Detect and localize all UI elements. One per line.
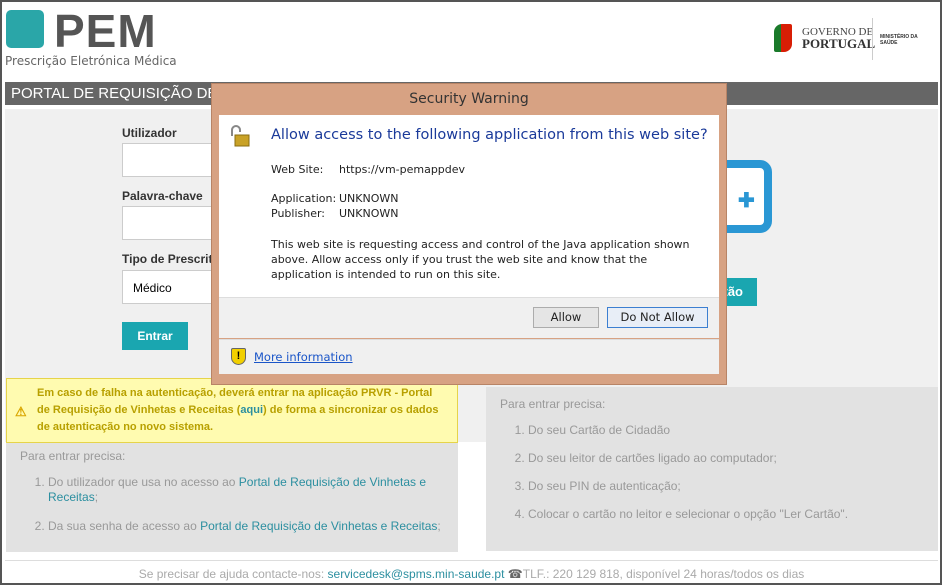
list-item: Do seu leitor de cartões ligado ao compu… [528, 451, 924, 466]
warning-icon: ⚠ [15, 404, 27, 419]
email-link[interactable]: servicedesk@spms.min-saude.pt [328, 567, 505, 581]
footer: Se precisar de ajuda contacte-nos: servi… [5, 560, 938, 584]
more-information-link[interactable]: More information [254, 350, 353, 364]
logo-subtitle: Prescrição Eletrónica Médica [5, 54, 177, 68]
website-label: Web Site: [271, 163, 324, 176]
gov-line2: PORTUGAL [802, 36, 876, 51]
website-value: https://vm-pemappdev [339, 163, 466, 176]
auth-warning: ⚠ Em caso de falha na autenticação, deve… [6, 378, 458, 443]
application-value: UNKNOWN [339, 192, 399, 205]
governo-portugal-logo: GOVERNO DE PORTUGAL MINISTÉRIO DA SAÚDE [774, 18, 934, 60]
password-label: Palavra-chave [122, 189, 203, 203]
portugal-flag-icon [774, 24, 792, 52]
prvr-link[interactable]: Portal de Requisição de Vinhetas e Recei… [200, 519, 437, 533]
list-item: Colocar o cartão no leitor e selecionar … [528, 507, 924, 522]
publisher-value: UNKNOWN [339, 207, 399, 220]
unlocked-padlock-icon [231, 125, 250, 147]
allow-button[interactable]: Allow [533, 307, 599, 328]
do-not-allow-button[interactable]: Do Not Allow [607, 307, 708, 328]
application-label: Application: [271, 192, 337, 205]
dialog-title: Security Warning [409, 91, 529, 107]
ministry-label: MINISTÉRIO DA SAÚDE [880, 34, 918, 46]
panel-title: Para entrar precisa: [20, 449, 126, 463]
aqui-link[interactable]: aqui [240, 404, 263, 416]
user-label: Utilizador [122, 126, 177, 140]
left-requirements-panel: Para entrar precisa: Do utilizador que u… [6, 443, 458, 552]
type-label: Tipo de Prescritor [122, 252, 225, 266]
list-item: Do seu Cartão de Cidadão [528, 423, 924, 438]
help-text: Se precisar de ajuda contacte-nos: [138, 567, 328, 581]
dialog-question: Allow access to the following applicatio… [271, 127, 708, 143]
entrar-button[interactable]: Entrar [122, 322, 188, 350]
pem-logo-icon [6, 10, 44, 48]
list-item: Do utilizador que usa no acesso ao Porta… [48, 475, 444, 505]
list-item: Do seu PIN de autenticação; [528, 479, 924, 494]
list-item: Da sua senha de acesso ao Portal de Requ… [48, 519, 444, 534]
divider [872, 18, 873, 60]
pem-logo: PEM [54, 5, 157, 57]
panel-title: Para entrar precisa: [500, 397, 606, 411]
phone-text: TLF.: 220 129 818, disponível 24 horas/t… [522, 567, 805, 581]
security-warning-dialog: Security Warning Allow access to the fol… [211, 83, 727, 385]
shield-warning-icon: ! [231, 348, 246, 365]
dialog-message: This web site is requesting access and c… [271, 238, 690, 281]
publisher-label: Publisher: [271, 207, 326, 220]
right-requirements-panel: Para entrar precisa: Do seu Cartão de Ci… [486, 387, 938, 551]
phone-icon: ☎ [507, 567, 523, 581]
